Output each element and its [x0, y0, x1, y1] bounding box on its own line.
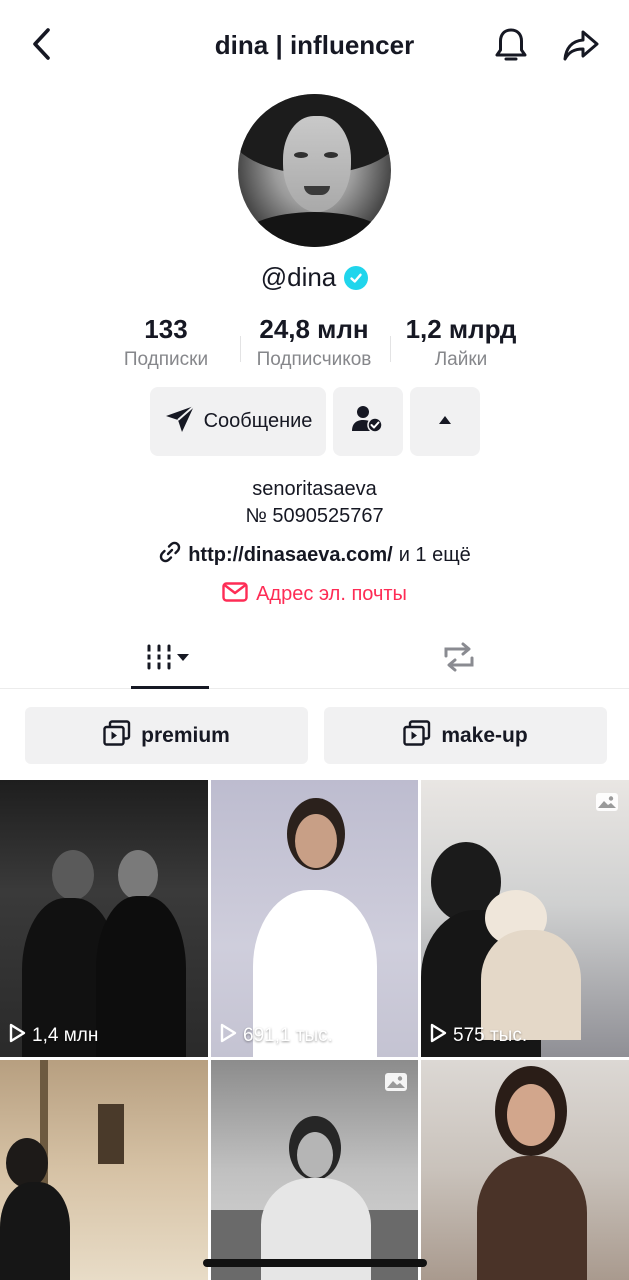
playlist-make-up[interactable]: make-up: [324, 707, 607, 764]
email-button[interactable]: Адрес эл. почты: [0, 582, 629, 607]
send-icon: [164, 404, 196, 439]
playlist-icon: [103, 720, 131, 751]
notifications-button[interactable]: [488, 24, 534, 70]
verified-badge-icon: [344, 265, 369, 290]
bio-link[interactable]: http://dinasaeva.com/: [188, 544, 393, 567]
photo-thumbnail[interactable]: 575 тыс.: [421, 780, 629, 1057]
avatar[interactable]: [238, 94, 391, 247]
active-tab-indicator: [131, 686, 209, 689]
photo-badge-icon: [384, 1072, 408, 1097]
share-arrow-icon: [562, 28, 600, 67]
playlist-label: make-up: [441, 723, 528, 747]
user-check-icon: [352, 404, 384, 439]
divider: [240, 336, 241, 362]
playlist-premium[interactable]: premium: [25, 707, 308, 764]
stat-label: Лайки: [434, 349, 488, 370]
stat-label: Подписки: [123, 349, 209, 370]
email-label: Адрес эл. почты: [256, 583, 407, 605]
stat-followers[interactable]: 24,8 млн Подписчиков: [246, 314, 382, 371]
stat-likes[interactable]: 1,2 млрд Лайки: [398, 314, 524, 371]
view-count: 575 тыс.: [429, 1023, 527, 1049]
play-icon: [219, 1023, 237, 1049]
home-indicator: [203, 1259, 427, 1267]
share-button[interactable]: [558, 24, 604, 70]
video-thumbnail[interactable]: [421, 1060, 629, 1280]
profile-stats: 133 Подписки 24,8 млн Подписчиков 1,2 мл…: [0, 314, 629, 378]
stat-label: Подписчиков: [256, 349, 372, 370]
message-button[interactable]: Сообщение: [150, 387, 326, 456]
divider: [390, 336, 391, 362]
view-count: 1,4 млн: [8, 1023, 98, 1049]
suggested-accounts-button[interactable]: [410, 387, 480, 456]
bio-line: № 5090525767: [245, 505, 384, 527]
play-icon: [8, 1023, 26, 1049]
playlist-icon: [403, 720, 431, 751]
stat-value: 24,8 млн: [259, 314, 369, 344]
bell-icon: [493, 26, 529, 69]
mail-icon: [222, 582, 248, 607]
bio-line: senoritasaeva: [252, 478, 377, 500]
stat-value: 1,2 млрд: [405, 314, 517, 344]
play-icon: [429, 1023, 447, 1049]
photo-thumbnail[interactable]: [211, 1060, 418, 1280]
photo-badge-icon: [595, 792, 619, 817]
triangle-up-icon: [437, 413, 453, 431]
view-count-text: 691,1 тыс.: [243, 1025, 333, 1046]
username: @dina: [260, 262, 337, 292]
view-count: 691,1 тыс.: [219, 1023, 333, 1049]
video-thumbnail[interactable]: 1,4 млн: [0, 780, 208, 1057]
link-icon: [158, 540, 182, 570]
bio-link-row: http://dinasaeva.com/ и 1 ещё: [0, 540, 629, 570]
following-button[interactable]: [333, 387, 403, 456]
content-tabs: [0, 630, 629, 689]
stat-value: 133: [144, 314, 188, 344]
playlist-label: premium: [141, 723, 230, 747]
handle-row: @dina: [0, 262, 629, 293]
view-count-text: 1,4 млн: [32, 1025, 99, 1046]
tab-videos[interactable]: [131, 630, 209, 688]
video-thumbnail[interactable]: 691,1 тыс.: [211, 780, 418, 1057]
tab-reposts[interactable]: [420, 630, 498, 688]
view-count-text: 575 тыс.: [453, 1025, 528, 1046]
top-bar: dina | influencer: [0, 0, 629, 90]
message-button-label: Сообщение: [203, 410, 313, 432]
video-thumbnail[interactable]: [0, 1060, 208, 1280]
repost-icon: [440, 640, 478, 679]
page-title: dina | influencer: [214, 30, 415, 60]
video-grid: 1,4 млн 691,1 тыс. 575 тыс.: [0, 780, 629, 1280]
bio-link-more[interactable]: и 1 ещё: [399, 544, 471, 567]
grid-icon: [145, 642, 195, 677]
stat-following[interactable]: 133 Подписки: [110, 314, 222, 371]
